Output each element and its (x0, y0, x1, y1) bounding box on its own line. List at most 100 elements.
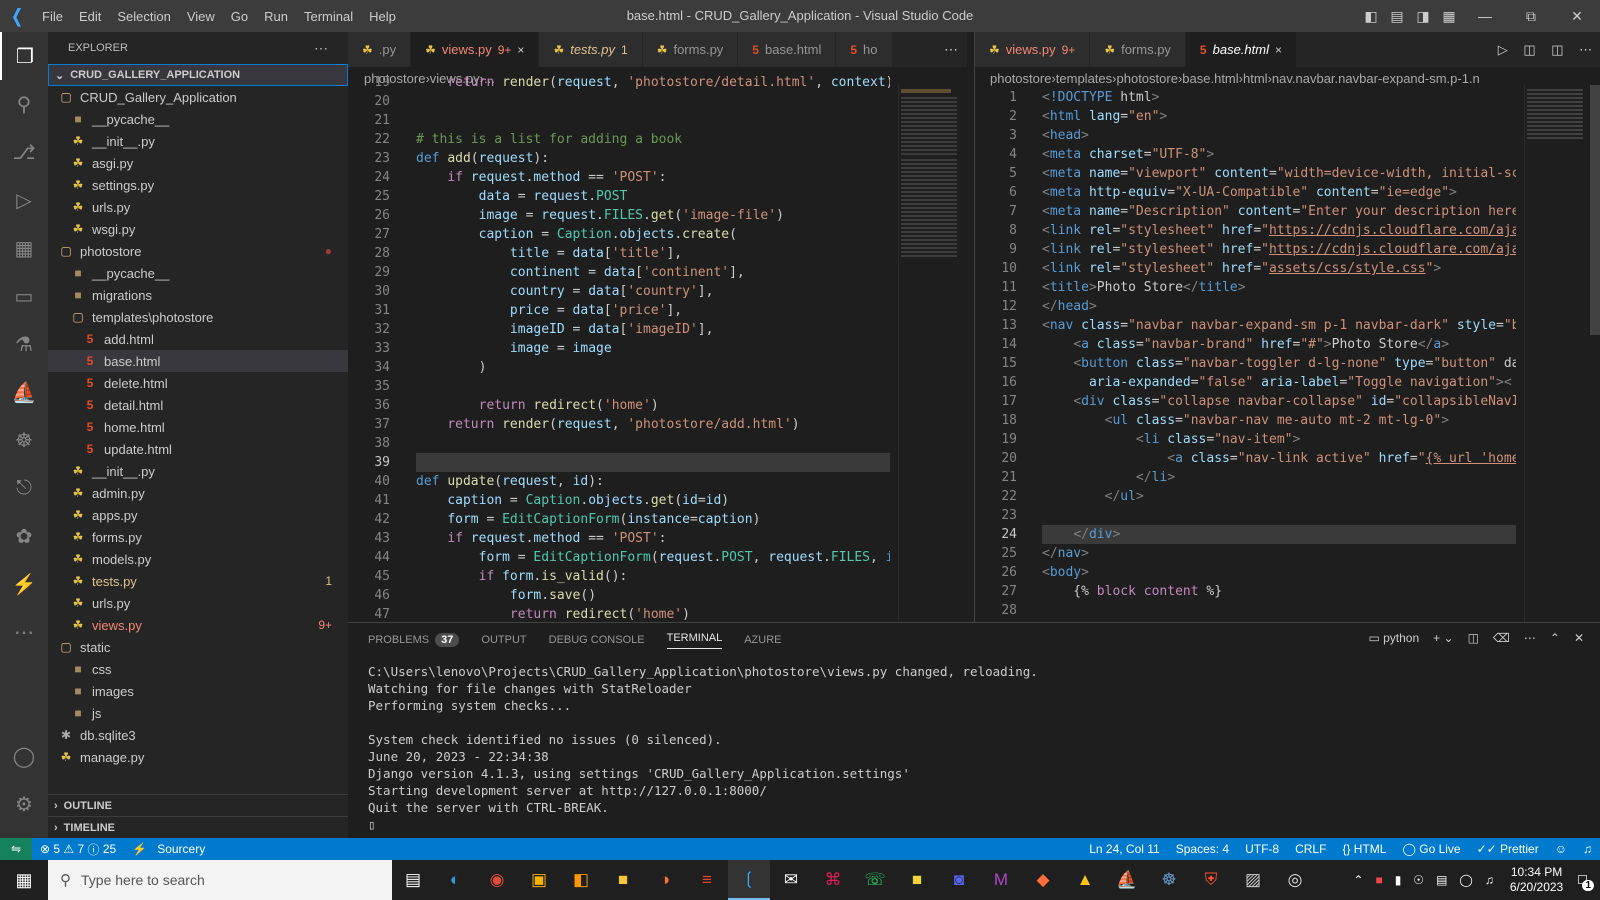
whatsapp-icon[interactable]: ☏ (854, 860, 896, 900)
tree-item[interactable]: 5 update.html (48, 438, 348, 460)
menu-file[interactable]: File (34, 9, 71, 24)
prettier-status[interactable]: ✓✓ Prettier (1477, 842, 1539, 856)
tree-item[interactable]: ▢ photostore ● (48, 240, 348, 262)
tree-item[interactable]: ■ __pycache__ (48, 262, 348, 284)
tree-item[interactable]: ☘ models.py (48, 548, 348, 570)
breadcrumb-item[interactable]: html (1243, 71, 1268, 86)
tree-item[interactable]: ▢ static (48, 636, 348, 658)
tree-item[interactable]: ☘ wsgi.py (48, 218, 348, 240)
remote-explorer-icon[interactable]: ▭ (0, 272, 48, 320)
code-line[interactable]: form = EditCaptionForm(request.POST, req… (416, 548, 890, 567)
problems-status[interactable]: ⊗ 5 ⚠ 7 ⓘ 25 (40, 841, 116, 858)
tree-item[interactable]: ☘ urls.py (48, 196, 348, 218)
tree-item[interactable]: ☘ admin.py (48, 482, 348, 504)
code-line[interactable]: return render(request, 'photostore/detai… (416, 73, 890, 92)
menu-edit[interactable]: Edit (71, 9, 109, 24)
code-line[interactable]: return redirect('home') (416, 605, 890, 622)
tab-output[interactable]: OUTPUT (481, 634, 526, 646)
tab-tests-py[interactable]: ☘ tests.py 1 (539, 32, 643, 67)
explorer-icon[interactable]: ❐ (0, 32, 48, 80)
code-line[interactable]: caption = Caption.objects.create( (416, 225, 890, 244)
run-file-icon[interactable]: ▷ (1498, 42, 1508, 58)
code-line[interactable]: caption = Caption.objects.get(id=id) (416, 491, 890, 510)
tree-item[interactable]: ■ js (48, 702, 348, 724)
language-mode[interactable]: {} HTML (1342, 842, 1386, 856)
tree-item[interactable]: ☘ tests.py 1 (48, 570, 348, 592)
tab-terminal[interactable]: TERMINAL (666, 632, 723, 649)
explorer-icon[interactable]: ■ (602, 860, 644, 900)
menu-go[interactable]: Go (223, 9, 256, 24)
minimize-button[interactable]: — (1462, 8, 1508, 24)
more-actions-icon[interactable]: ⋯ (314, 40, 328, 57)
toggle-panel-icon[interactable]: ▤ (1384, 8, 1410, 25)
breadcrumb-item[interactable]: photostore (1117, 71, 1178, 86)
run-debug-icon[interactable]: ▷ (0, 176, 48, 224)
toggle-sidebar-icon[interactable]: ◧ (1358, 8, 1384, 25)
vscode-icon[interactable]: ❲ (728, 860, 770, 900)
speaker-icon[interactable]: ♫ (1485, 873, 1494, 887)
code-line[interactable]: def add(request): (416, 149, 890, 168)
tab-forms-py[interactable]: ☘ forms.py (642, 32, 739, 67)
code-line[interactable]: <nav class="navbar navbar-expand-sm p-1 … (1042, 316, 1516, 335)
discord-icon[interactable]: ◙ (938, 860, 980, 900)
code-line[interactable]: <a class="navbar-brand" href="#">Photo S… (1042, 335, 1516, 354)
code-line[interactable]: image = request.FILES.get('image-file') (416, 206, 890, 225)
tree-item[interactable]: ▢ CRUD_Gallery_Application (48, 86, 348, 108)
code-line[interactable]: if request.method == 'POST': (416, 168, 890, 187)
project-header[interactable]: ⌄ CRUD_GALLERY_APPLICATION (48, 64, 348, 86)
m-app-icon[interactable]: M (980, 860, 1022, 900)
cursor-position[interactable]: Ln 24, Col 11 (1089, 842, 1160, 856)
paw-icon[interactable]: ✿ (0, 512, 48, 560)
split-terminal-icon[interactable]: ◫ (1468, 631, 1479, 645)
gitlens-icon[interactable]: ⎋ (0, 464, 48, 512)
code-line[interactable]: <link rel="stylesheet" href="assets/css/… (1042, 259, 1516, 278)
tab-base-html[interactable]: 5 base.html (738, 32, 837, 67)
code-line[interactable]: <head> (1042, 126, 1516, 145)
mail-icon[interactable]: ✉ (770, 860, 812, 900)
close-window-button[interactable]: ✕ (1554, 8, 1600, 25)
chrome-icon[interactable]: ◉ (476, 860, 518, 900)
tree-item[interactable]: ☘ apps.py (48, 504, 348, 526)
todoist-icon[interactable]: ≡ (686, 860, 728, 900)
slack-icon[interactable]: ⌘ (812, 860, 854, 900)
brave-orange-icon[interactable]: ◆ (1022, 860, 1064, 900)
menu-help[interactable]: Help (361, 9, 404, 24)
docker-icon[interactable]: ⛵ (0, 368, 48, 416)
code-line[interactable]: title = data['title'], (416, 244, 890, 263)
tab-azure[interactable]: AZURE (744, 634, 781, 646)
code-line[interactable]: </div> (1042, 525, 1516, 544)
right-scrollbar[interactable] (1590, 85, 1600, 335)
code-line[interactable]: if request.method == 'POST': (416, 529, 890, 548)
edge-icon[interactable]: ◐ (434, 860, 476, 900)
tray-app-icon[interactable]: ▮ (1395, 873, 1402, 887)
tree-item[interactable]: ■ css (48, 658, 348, 680)
code-line[interactable]: <meta name="Description" content="Enter … (1042, 202, 1516, 221)
lightning-icon[interactable]: ⚡ (0, 560, 48, 608)
sublime-icon[interactable]: ◧ (560, 860, 602, 900)
tab-forms-py[interactable]: ☘ forms.py (1090, 32, 1186, 67)
obs-icon[interactable]: ◎ (1274, 860, 1316, 900)
tray-app-icon[interactable]: ☉ (1413, 873, 1424, 887)
open-preview-icon[interactable]: ◫ (1523, 42, 1535, 58)
tree-item[interactable]: 5 base.html (48, 350, 348, 372)
menu-terminal[interactable]: Terminal (296, 9, 361, 24)
photos-icon[interactable]: ▨ (1232, 860, 1274, 900)
tab-problems[interactable]: PROBLEMS 37 (368, 633, 460, 647)
toggle-secondary-sidebar-icon[interactable]: ◨ (1410, 8, 1436, 25)
encoding[interactable]: UTF-8 (1245, 842, 1279, 856)
code-line[interactable]: form = EditCaptionForm(instance=caption) (416, 510, 890, 529)
code-line[interactable]: <a class="nav-link active" href="{% url … (1042, 449, 1516, 468)
tree-item[interactable]: ☘ urls.py (48, 592, 348, 614)
code-line[interactable]: <html lang="en"> (1042, 107, 1516, 126)
left-minimap[interactable] (898, 85, 960, 622)
code-line[interactable]: <body> (1042, 563, 1516, 582)
code-line[interactable]: <li class="nav-item"> (1042, 430, 1516, 449)
code-line[interactable]: <!DOCTYPE html> (1042, 88, 1516, 107)
tree-item[interactable]: ▢ templates\photostore (48, 306, 348, 328)
sticky-icon[interactable]: ■ (896, 860, 938, 900)
code-line[interactable] (416, 92, 890, 111)
tree-item[interactable]: 5 detail.html (48, 394, 348, 416)
tree-item[interactable]: ☘ forms.py (48, 526, 348, 548)
code-line[interactable]: <meta charset="UTF-8"> (1042, 145, 1516, 164)
code-line[interactable]: return redirect('home') (416, 396, 890, 415)
